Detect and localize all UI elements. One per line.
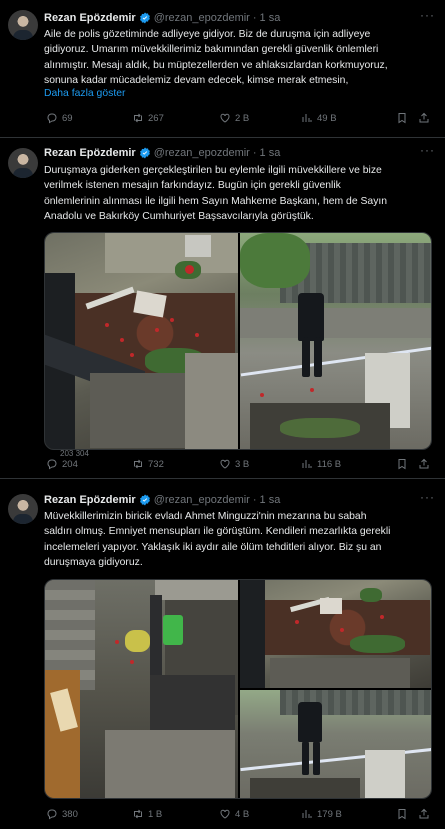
retweet-icon	[134, 809, 142, 819]
author-handle[interactable]: @rezan_epozdemir	[154, 494, 250, 506]
reply-count: 204	[62, 458, 78, 470]
like-button[interactable]: 4 B	[219, 808, 249, 820]
more-options-icon[interactable]: ···	[420, 143, 435, 157]
retweet-count: 267	[148, 112, 164, 124]
heart-icon	[220, 459, 230, 469]
photo-police-officer[interactable]	[240, 233, 431, 449]
photo-grave-closeup[interactable]	[240, 580, 431, 688]
tweet-time[interactable]: 1 sa	[260, 12, 281, 24]
author-name[interactable]: Rezan Epözdemir	[44, 12, 136, 24]
author-name[interactable]: Rezan Epözdemir	[44, 494, 136, 506]
separator-dot: ·	[252, 494, 257, 506]
retweet-count: 732	[148, 458, 164, 470]
bookmark-icon	[398, 113, 406, 124]
bookmark-icon	[398, 809, 406, 820]
author-handle[interactable]: @rezan_epozdemir	[154, 147, 250, 159]
verified-badge-icon	[139, 494, 150, 506]
tweet-actions: 380 1 B 4 B 179 B	[44, 808, 436, 824]
reply-count: 69	[62, 112, 73, 124]
view-count: 116 B	[317, 458, 342, 470]
views-button[interactable]: 49 B	[301, 112, 337, 124]
views-icon	[302, 810, 312, 818]
share-button[interactable]	[418, 112, 430, 124]
separator-dot: ·	[252, 147, 257, 159]
tweet[interactable]: Rezan Epözdemir @rezan_epozdemir · 1 sa …	[0, 479, 445, 829]
tweet-actions: 69 267 2 B 49 B	[44, 112, 436, 128]
like-button[interactable]: 2 B	[219, 112, 249, 124]
reply-icon	[47, 113, 57, 124]
author-handle[interactable]: @rezan_epozdemir	[154, 12, 250, 24]
photo-grave-damage[interactable]	[45, 580, 238, 798]
retweet-icon	[134, 113, 142, 123]
reply-count: 380	[62, 808, 78, 820]
retweet-button[interactable]: 1 B	[132, 808, 162, 820]
retweet-icon	[134, 459, 142, 469]
tweet-text: Aile de polis gözetiminde adliyeye gidiy…	[44, 29, 388, 87]
media-gallery[interactable]	[44, 579, 432, 799]
overlay-view-count: 203 304	[60, 450, 89, 456]
share-button[interactable]	[418, 458, 430, 470]
photo-grave-closeup[interactable]	[45, 233, 238, 449]
verified-badge-icon	[139, 12, 150, 24]
reply-button[interactable]: 380	[46, 808, 78, 820]
heart-icon	[220, 809, 230, 819]
tweet[interactable]: Rezan Epözdemir @rezan_epozdemir · 1 sa …	[0, 138, 445, 479]
retweet-count: 1 B	[148, 808, 163, 820]
like-count: 3 B	[235, 458, 250, 470]
bookmark-button[interactable]	[396, 808, 408, 820]
tweet-header: Rezan Epözdemir @rezan_epozdemir · 1 sa	[44, 10, 280, 26]
share-icon	[419, 458, 429, 469]
like-count: 4 B	[235, 808, 250, 820]
tweet-actions: 204 732 3 B 116 B	[44, 458, 436, 474]
share-button[interactable]	[418, 808, 430, 820]
share-icon	[419, 112, 429, 123]
views-icon	[302, 460, 312, 468]
author-name[interactable]: Rezan Epözdemir	[44, 147, 136, 159]
like-count: 2 B	[235, 112, 250, 124]
tweet[interactable]: Rezan Epözdemir @rezan_epozdemir · 1 sa …	[0, 0, 445, 138]
tweet-header: Rezan Epözdemir @rezan_epozdemir · 1 sa	[44, 492, 280, 508]
views-button[interactable]: 179 B	[301, 808, 342, 820]
bookmark-button[interactable]	[396, 112, 408, 124]
bookmark-icon	[398, 459, 406, 470]
tweet-header: Rezan Epözdemir @rezan_epozdemir · 1 sa	[44, 145, 280, 161]
tweet-time[interactable]: 1 sa	[260, 494, 281, 506]
more-options-icon[interactable]: ···	[420, 490, 435, 504]
heart-icon	[220, 113, 230, 123]
reply-button[interactable]: 69	[46, 112, 73, 124]
tweet-text: Duruşmaya giderken gerçekleştirilen bu e…	[44, 165, 388, 223]
photo-police-officer[interactable]	[240, 690, 431, 798]
tweet-time[interactable]: 1 sa	[260, 147, 281, 159]
views-button[interactable]: 116 B	[301, 458, 341, 470]
views-icon	[302, 114, 312, 122]
more-options-icon[interactable]: ···	[420, 8, 435, 22]
avatar[interactable]	[8, 148, 38, 178]
separator-dot: ·	[252, 12, 257, 24]
view-count: 49 B	[317, 112, 337, 124]
reply-icon	[47, 809, 57, 820]
reply-button[interactable]: 204	[46, 458, 78, 470]
view-count: 179 B	[317, 808, 342, 820]
tweet-text: Müvekkillerimizin biricik evladı Ahmet M…	[44, 511, 391, 569]
show-more-link[interactable]: Daha fazla göster	[44, 88, 125, 99]
verified-badge-icon	[139, 147, 150, 159]
avatar[interactable]	[8, 494, 38, 524]
like-button[interactable]: 3 B	[219, 458, 249, 470]
retweet-button[interactable]: 267	[132, 112, 164, 124]
media-gallery[interactable]	[44, 232, 432, 450]
bookmark-button[interactable]	[396, 458, 408, 470]
share-icon	[419, 808, 429, 819]
retweet-button[interactable]: 732	[132, 458, 164, 470]
avatar[interactable]	[8, 10, 38, 40]
reply-icon	[47, 459, 57, 470]
